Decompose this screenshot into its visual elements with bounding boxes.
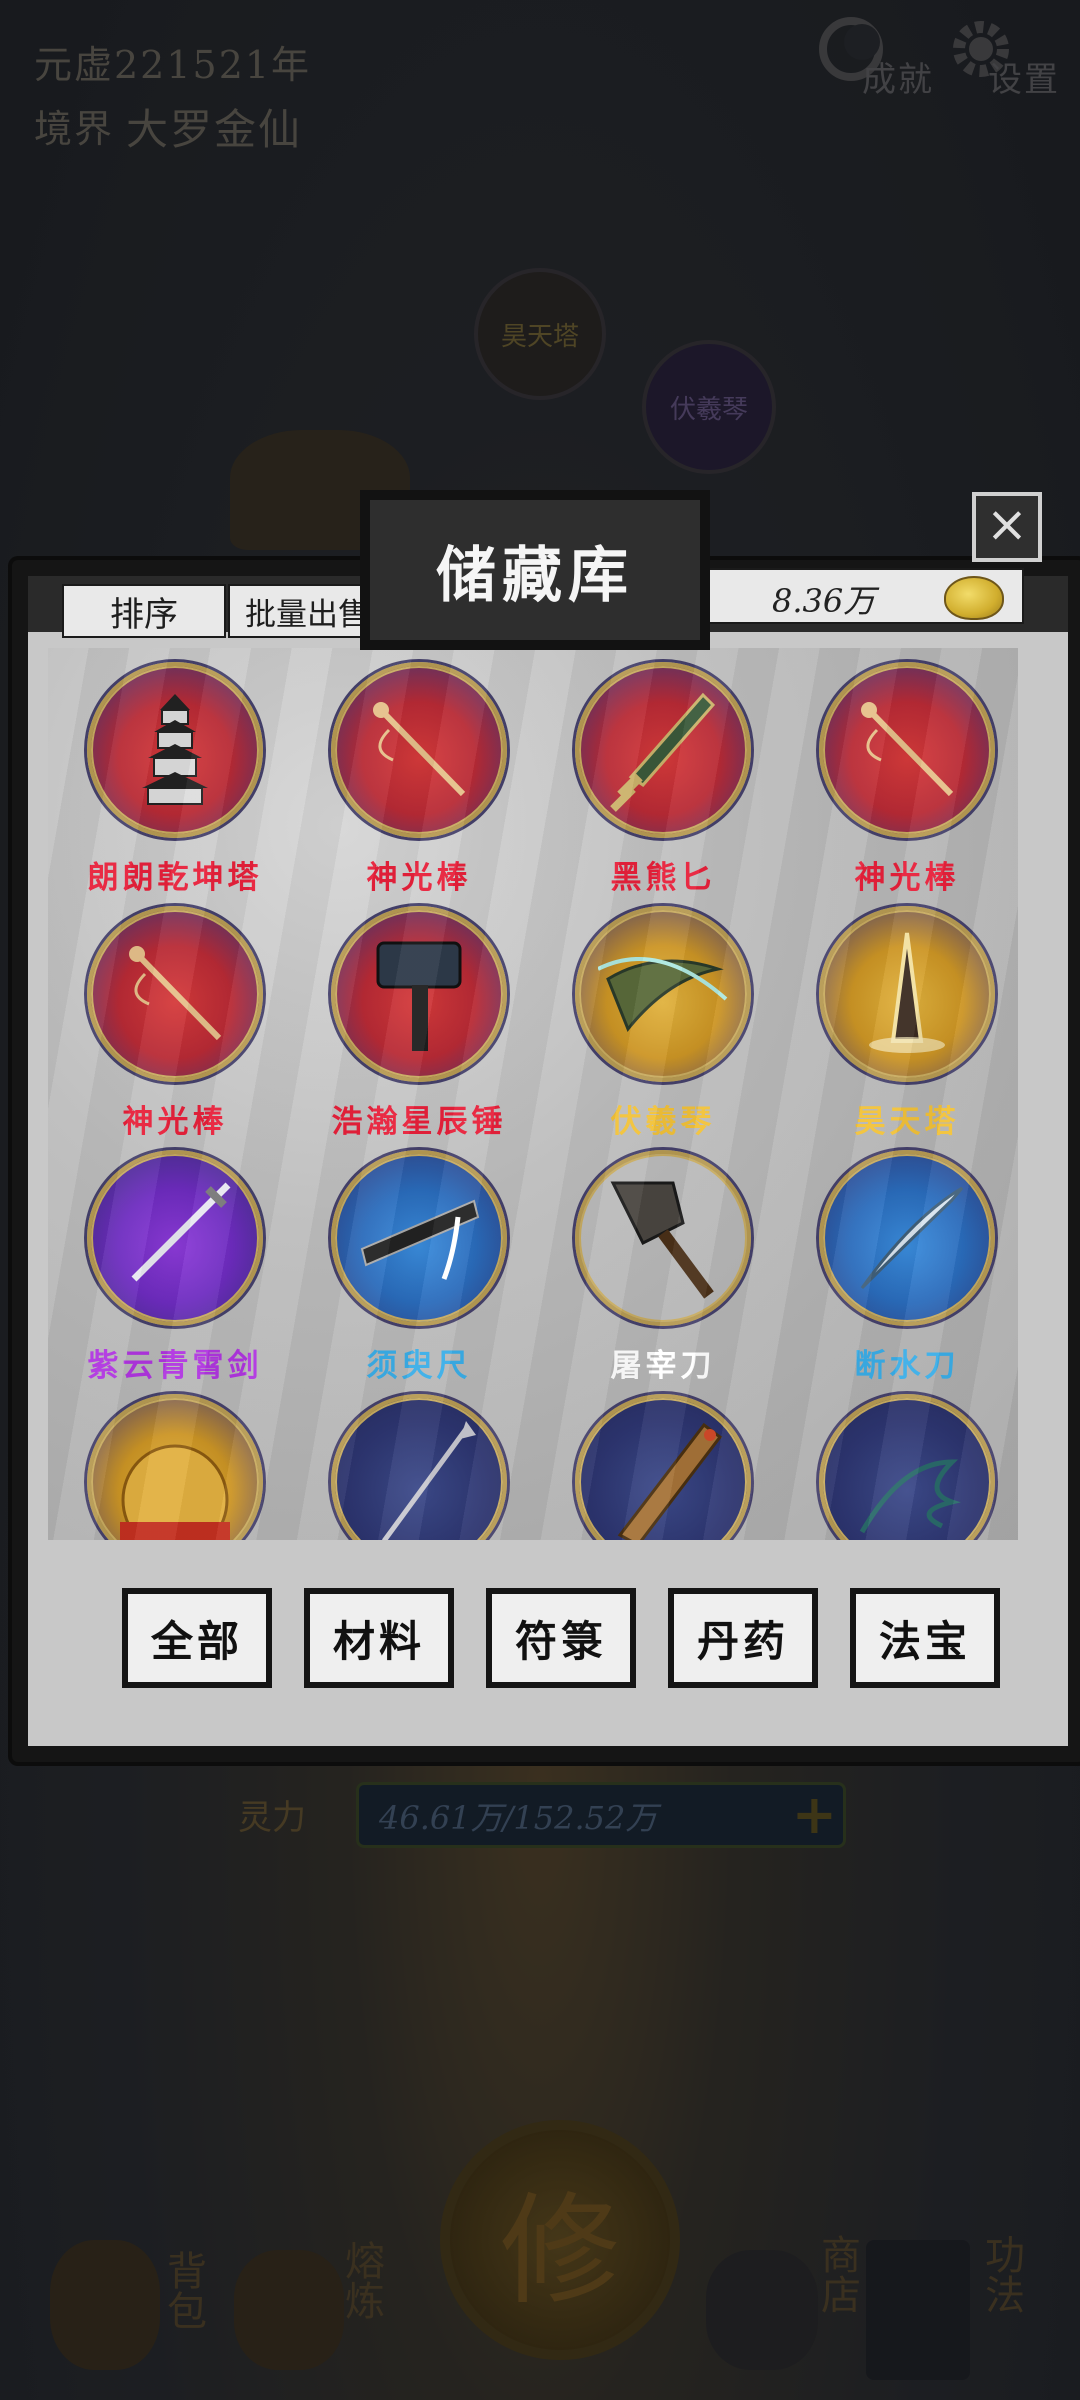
item-icon-frame[interactable]	[575, 1150, 751, 1326]
filter-button[interactable]: 全部	[122, 1588, 272, 1688]
item-slot[interactable]: 紫云青霄剑	[62, 1150, 288, 1385]
filter-button[interactable]: 法宝	[850, 1588, 1000, 1688]
storage-title: 储藏库	[360, 490, 710, 650]
item-slot[interactable]: 神光棒	[794, 662, 1018, 897]
helmet-icon	[91, 1398, 259, 1540]
filter-button[interactable]: 丹药	[668, 1588, 818, 1688]
item-icon-frame[interactable]	[331, 906, 507, 1082]
close-button[interactable]: ×	[972, 492, 1042, 562]
item-name: 昊天塔	[854, 1104, 960, 1140]
item-icon-frame[interactable]	[331, 1394, 507, 1540]
filter-button[interactable]: 材料	[304, 1588, 454, 1688]
item-slot[interactable]: 神光棒	[306, 662, 532, 897]
cleaver-icon	[579, 1154, 747, 1322]
ruler-icon	[335, 1154, 503, 1322]
staff-icon	[335, 666, 503, 834]
tower-icon	[823, 910, 991, 1078]
item-icon-frame[interactable]	[87, 1150, 263, 1326]
item-icon-frame[interactable]	[87, 662, 263, 838]
item-name: 伏羲琴	[610, 1104, 716, 1140]
spear-icon	[335, 1398, 503, 1540]
item-icon-frame[interactable]	[819, 1394, 995, 1540]
item-icon-frame[interactable]	[819, 662, 995, 838]
item-name: 屠宰刀	[610, 1348, 716, 1384]
item-icon-frame[interactable]	[331, 1150, 507, 1326]
coin-icon	[944, 576, 1004, 620]
item-name: 断水刀	[854, 1348, 960, 1384]
sort-button[interactable]: 排序	[62, 584, 226, 638]
pagoda-icon	[91, 666, 259, 834]
item-icon-frame[interactable]	[575, 662, 751, 838]
item-slot[interactable]: 断水刀	[794, 1150, 1018, 1385]
item-name: 黑熊匕	[610, 860, 716, 896]
item-slot[interactable]: 神光棒	[62, 906, 288, 1141]
item-slot[interactable]: 屠宰刀	[550, 1150, 776, 1385]
item-slot[interactable]: 黑熊匕	[550, 662, 776, 897]
item-slot[interactable]: 朗朗乾坤塔	[62, 662, 288, 897]
item-name: 浩瀚星辰锤	[331, 1104, 507, 1140]
item-icon-frame[interactable]	[87, 906, 263, 1082]
item-grid[interactable]: 朗朗乾坤塔 神光棒 黑熊匕 神光棒 神光棒 浩瀚星辰锤 伏羲琴 昊天塔 紫云青霄剑 须臾尺 屠宰刀断…	[48, 648, 1018, 1540]
item-icon-frame[interactable]	[575, 906, 751, 1082]
zither-icon	[579, 910, 747, 1078]
item-slot[interactable]	[550, 1394, 776, 1540]
item-slot[interactable]	[306, 1394, 532, 1540]
scabbard-icon	[579, 1398, 747, 1540]
currency-display: 8.36万	[700, 568, 1024, 624]
item-name: 神光棒	[854, 860, 960, 896]
item-name: 紫云青霄剑	[87, 1348, 263, 1384]
item-icon-frame[interactable]	[819, 906, 995, 1082]
item-name: 须臾尺	[366, 1348, 472, 1384]
item-slot[interactable]: 昊天塔	[794, 906, 1018, 1141]
sword-icon	[91, 1154, 259, 1322]
item-icon-frame[interactable]	[331, 662, 507, 838]
item-slot[interactable]: 浩瀚星辰锤	[306, 906, 532, 1141]
close-icon: ×	[986, 495, 1028, 553]
filter-button[interactable]: 符箓	[486, 1588, 636, 1688]
item-icon-frame[interactable]	[87, 1394, 263, 1540]
item-name: 神光棒	[366, 860, 472, 896]
item-slot[interactable]	[794, 1394, 1018, 1540]
storage-panel: 排序 批量出售 朗朗乾坤塔 神光棒 黑熊匕 神光棒 神光棒 浩瀚星辰锤 伏羲琴 昊天塔 紫云青霄…	[12, 560, 1080, 1762]
staff-icon	[91, 910, 259, 1078]
item-slot[interactable]	[62, 1394, 288, 1540]
whip-icon	[823, 1398, 991, 1540]
item-icon-frame[interactable]	[819, 1150, 995, 1326]
staff-icon	[823, 666, 991, 834]
item-icon-frame[interactable]	[575, 1394, 751, 1540]
item-slot[interactable]: 须臾尺	[306, 1150, 532, 1385]
dagger-icon	[579, 666, 747, 834]
item-name: 神光棒	[122, 1104, 228, 1140]
item-name: 朗朗乾坤塔	[87, 860, 263, 896]
currency-value: 8.36万	[772, 582, 876, 620]
hammer-icon	[335, 910, 503, 1078]
filter-bar: 全部 材料 符箓 丹药 法宝	[48, 1566, 1018, 1716]
saber-icon	[823, 1154, 991, 1322]
item-slot[interactable]: 伏羲琴	[550, 906, 776, 1141]
